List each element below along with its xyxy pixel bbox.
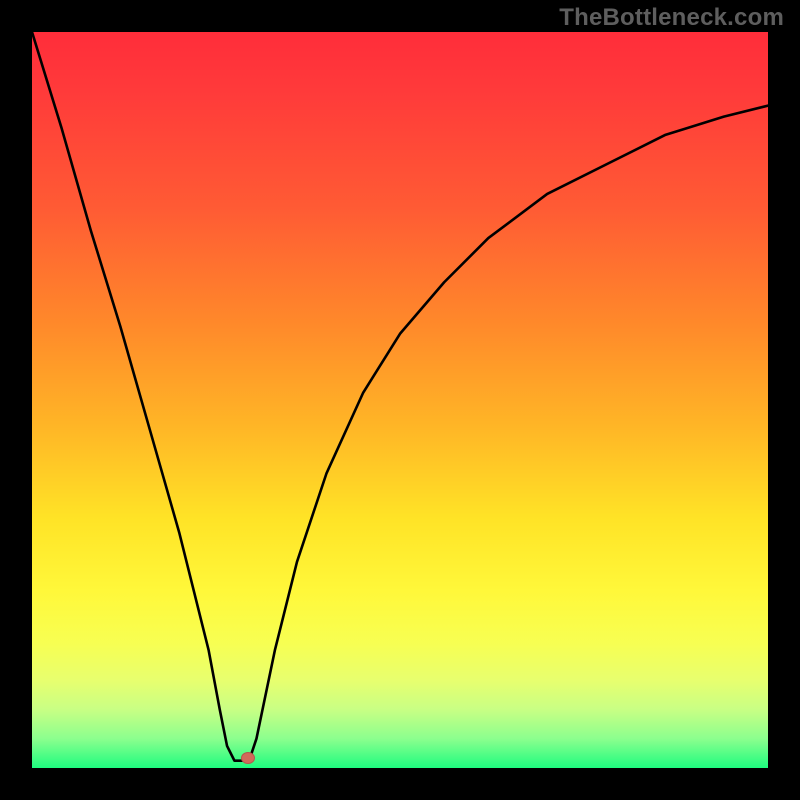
- curve-svg: [32, 32, 768, 768]
- watermark-text: TheBottleneck.com: [559, 4, 784, 32]
- chart-frame: TheBottleneck.com: [0, 0, 800, 800]
- min-marker-icon: [241, 752, 255, 764]
- curve-path: [32, 32, 768, 761]
- plot-area: [32, 32, 768, 768]
